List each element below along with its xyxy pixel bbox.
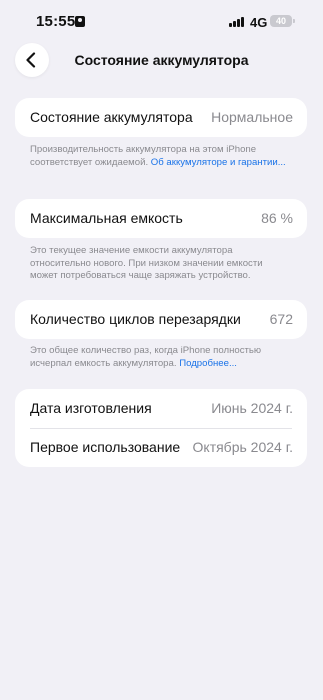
battery-health-row[interactable]: Состояние аккумулятора Нормальное — [15, 98, 307, 137]
max-capacity-card: Максимальная емкость 86 % — [15, 199, 307, 238]
battery-health-note: Производительность аккумулятора на этом … — [30, 144, 290, 169]
id-card-icon — [75, 16, 85, 27]
first-use-value: Октябрь 2024 г. — [192, 439, 293, 455]
manufacture-date-value: Июнь 2024 г. — [211, 400, 293, 416]
battery-health-card: Состояние аккумулятора Нормальное — [15, 98, 307, 137]
max-capacity-row: Максимальная емкость 86 % — [15, 199, 307, 238]
status-time: 15:55 — [36, 13, 76, 30]
cellular-signal-icon — [229, 17, 245, 27]
cycle-count-value: 672 — [269, 311, 293, 327]
battery-health-label: Состояние аккумулятора — [30, 109, 193, 125]
manufacture-date-label: Дата изготовления — [30, 400, 152, 416]
max-capacity-note: Это текущее значение емкости аккумулятор… — [30, 245, 263, 281]
manufacture-date-row: Дата изготовления Июнь 2024 г. — [15, 389, 307, 428]
battery-icon: 40 — [270, 15, 295, 27]
battery-health-value: Нормальное — [211, 109, 293, 125]
first-use-label: Первое использование — [30, 439, 181, 455]
max-capacity-label: Максимальная емкость — [30, 210, 183, 226]
dates-card: Дата изготовления Июнь 2024 г. Первое ис… — [15, 389, 307, 467]
cycle-more-link[interactable]: Подробнее... — [179, 358, 237, 369]
network-type: 4G — [250, 15, 268, 30]
page-title: Состояние аккумулятора — [74, 52, 249, 68]
cycle-count-label: Количество циклов перезарядки — [30, 311, 241, 327]
cycle-count-note: Это общее количество раз, когда iPhone п… — [30, 345, 290, 370]
battery-warranty-link[interactable]: Об аккумуляторе и гарантии... — [151, 157, 286, 168]
cycle-count-card: Количество циклов перезарядки 672 — [15, 300, 307, 339]
max-capacity-value: 86 % — [261, 210, 293, 226]
cycle-count-row: Количество циклов перезарядки 672 — [15, 300, 307, 339]
status-bar: 15:55 4G 40 — [0, 0, 323, 44]
first-use-row: Первое использование Октябрь 2024 г. — [15, 428, 307, 467]
